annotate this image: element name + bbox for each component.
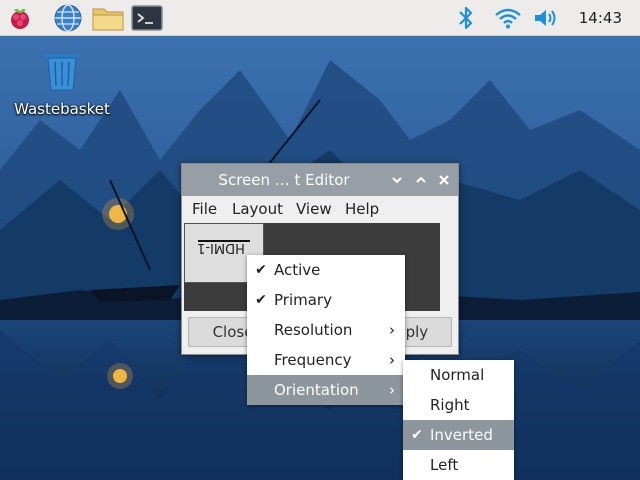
wastebasket-label: Wastebasket: [14, 100, 110, 118]
menu-item-primary[interactable]: ✔ Primary: [247, 285, 405, 315]
orientation-left[interactable]: Left: [403, 450, 514, 480]
window-titlebar[interactable]: Screen … t Editor: [182, 164, 458, 196]
wastebasket-desktop-icon[interactable]: Wastebasket: [14, 48, 110, 118]
menu-item-resolution[interactable]: Resolution ›: [247, 315, 405, 345]
window-menu-button[interactable]: [389, 172, 405, 188]
menu-view[interactable]: View: [296, 200, 332, 218]
close-icon: [439, 175, 449, 185]
web-browser-icon[interactable]: [52, 2, 84, 34]
window-title: Screen … t Editor: [218, 171, 350, 189]
orientation-submenu: Normal Right ✔ Inverted Left: [403, 360, 514, 480]
terminal-icon[interactable]: [131, 2, 163, 34]
menu-item-orientation[interactable]: Orientation ›: [247, 375, 405, 405]
orientation-right[interactable]: Right: [403, 390, 514, 420]
chevron-down-icon: [392, 177, 402, 184]
monitor-label: HDMI-1: [197, 240, 245, 255]
menu-layout[interactable]: Layout: [232, 200, 283, 218]
chevron-right-icon: ›: [389, 351, 395, 369]
orientation-normal[interactable]: Normal: [403, 360, 514, 390]
check-icon: ✔: [411, 427, 423, 443]
menu-item-frequency[interactable]: Frequency ›: [247, 345, 405, 375]
check-icon: ✔: [255, 262, 267, 278]
volume-icon[interactable]: [530, 2, 562, 34]
close-window-button[interactable]: [436, 172, 452, 188]
maximize-button[interactable]: [413, 172, 429, 188]
menubar: File Layout View Help: [182, 196, 458, 224]
wastebasket-icon: [45, 54, 79, 91]
check-icon: ✔: [255, 292, 267, 308]
menu-help[interactable]: Help: [345, 200, 379, 218]
menu-item-active[interactable]: ✔ Active: [247, 255, 405, 285]
file-manager-icon[interactable]: [92, 2, 124, 34]
chevron-up-icon: [416, 176, 426, 183]
raspberry-menu-icon[interactable]: [4, 2, 36, 34]
chevron-right-icon: ›: [389, 321, 395, 339]
chevron-right-icon: ›: [389, 381, 395, 399]
monitor-context-menu: ✔ Active ✔ Primary Resolution › Frequenc…: [247, 255, 405, 405]
menu-file[interactable]: File: [192, 200, 217, 218]
wifi-icon[interactable]: [492, 2, 524, 34]
bluetooth-icon[interactable]: [450, 2, 482, 34]
orientation-inverted[interactable]: ✔ Inverted: [403, 420, 514, 450]
clock[interactable]: 14:43: [579, 9, 622, 27]
taskbar: 14:43: [0, 0, 640, 36]
